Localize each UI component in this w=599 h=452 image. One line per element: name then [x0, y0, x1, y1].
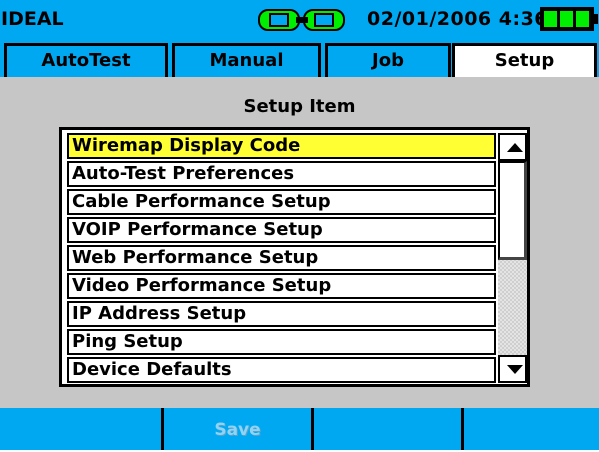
- scroll-up-button[interactable]: [498, 133, 527, 161]
- scroll-down-button[interactable]: [498, 355, 527, 383]
- tab-manual[interactable]: Manual: [172, 43, 321, 77]
- list-item-label: Cable Performance Setup: [72, 191, 331, 212]
- list-item[interactable]: Auto-Test Preferences: [67, 161, 496, 187]
- list-item-label: Video Performance Setup: [72, 275, 332, 296]
- list-item[interactable]: Wiremap Display Code: [67, 133, 496, 159]
- list-item-label: Auto-Test Preferences: [72, 163, 295, 184]
- list-item[interactable]: Ping Setup: [67, 329, 496, 355]
- softkey-3[interactable]: [314, 408, 461, 450]
- status-bar: IDEAL 02/01/2006 4:36: [0, 0, 599, 40]
- save-label: Save: [214, 420, 261, 440]
- tab-bar: AutoTest Manual Job Setup: [0, 40, 599, 117]
- brand-label: IDEAL: [1, 8, 64, 30]
- softkey-bar: Save: [0, 408, 599, 450]
- scroll-thumb[interactable]: [498, 161, 527, 260]
- list-item-label: Wiremap Display Code: [72, 135, 301, 156]
- setup-item-list[interactable]: Wiremap Display Code Auto-Test Preferenc…: [59, 127, 530, 387]
- tab-label: Setup: [494, 50, 555, 71]
- list-item[interactable]: Cable Performance Setup: [67, 189, 496, 215]
- tab-label: Manual: [209, 50, 284, 71]
- tab-job[interactable]: Job: [325, 43, 451, 77]
- list-scrollbar[interactable]: [498, 133, 527, 383]
- list-item-label: VOIP Performance Setup: [72, 219, 323, 240]
- list-item-label: Web Performance Setup: [72, 247, 319, 268]
- list-item-label: Device Defaults: [72, 359, 232, 380]
- list-item[interactable]: Web Performance Setup: [67, 245, 496, 271]
- list-item[interactable]: IP Address Setup: [67, 301, 496, 327]
- section-title: Setup Item: [243, 96, 356, 117]
- list-item-label: IP Address Setup: [72, 303, 247, 324]
- tab-label: AutoTest: [41, 50, 131, 71]
- arrow-down-icon: [507, 365, 523, 374]
- softkey-4[interactable]: [464, 408, 599, 450]
- list-item-label: Ping Setup: [72, 331, 183, 352]
- softkey-1[interactable]: [0, 408, 161, 450]
- link-connected-icon: [258, 9, 345, 31]
- tab-setup[interactable]: Setup: [452, 43, 597, 80]
- battery-full-icon: [540, 7, 598, 31]
- list-item[interactable]: Video Performance Setup: [67, 273, 496, 299]
- tab-autotest[interactable]: AutoTest: [4, 43, 168, 77]
- save-button[interactable]: Save: [164, 408, 311, 450]
- arrow-up-icon: [507, 143, 523, 152]
- datetime-display: 02/01/2006 4:36: [367, 8, 549, 30]
- list-item[interactable]: VOIP Performance Setup: [67, 217, 496, 243]
- list-item[interactable]: Device Defaults: [67, 357, 496, 383]
- tab-label: Job: [372, 50, 404, 71]
